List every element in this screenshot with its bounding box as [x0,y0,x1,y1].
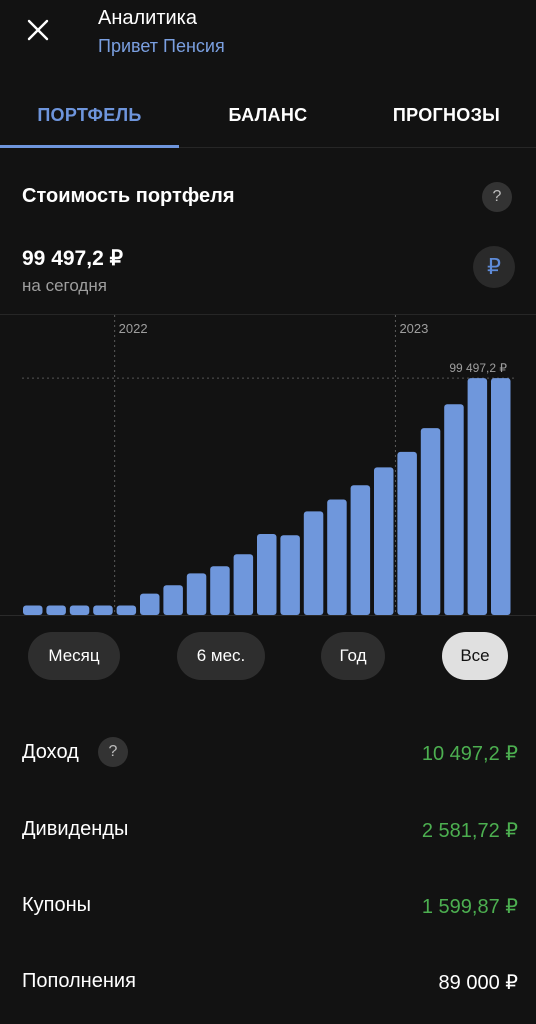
period-6-months-button[interactable]: 6 мес. [177,632,265,680]
deposits-value: 89 000 ₽ [438,972,518,994]
chart-bar[interactable] [491,378,511,615]
chart-bar[interactable] [140,593,160,615]
chart-bar[interactable] [46,605,66,615]
portfolio-bar-chart: 2022 2023 99 497,2 ₽ [22,315,514,615]
chart-bar[interactable] [327,499,347,615]
currency-ruble-button[interactable]: ₽ [473,246,515,288]
chart-bar[interactable] [303,511,324,615]
year-marker-label: 2022 [119,321,148,336]
deposits-label: Пополнения [22,970,136,992]
chart-bar[interactable] [233,554,254,615]
deposits-row: Пополнения 89 000 ₽ [0,962,536,1002]
income-value: 10 497,2 ₽ [421,743,518,765]
portfolio-name: Привет Пенсия [98,36,225,56]
income-label: Доход [22,741,79,763]
chart-bar[interactable] [93,605,113,615]
close-button[interactable] [20,12,56,48]
chart-bar[interactable] [116,605,137,615]
portfolio-value-date: на сегодня [22,276,107,295]
portfolio-value: 99 497,2 ₽ [22,247,123,270]
chart-bar[interactable] [163,585,183,615]
close-icon [27,19,49,41]
dividends-row: Дивиденды 2 581,72 ₽ [0,810,536,850]
chart-bar[interactable] [374,467,394,615]
chart-bar[interactable] [210,566,230,615]
coupons-value: 1 599,87 ₽ [421,896,518,918]
period-all-button[interactable]: Все [442,632,508,680]
active-tab-indicator [0,145,179,148]
coupons-label: Купоны [22,894,92,916]
chart-bar[interactable] [350,485,371,615]
dividends-value: 2 581,72 ₽ [421,820,518,842]
chart-bar[interactable] [23,605,43,615]
app-header: Аналитика Привет Пенсия [0,0,536,72]
chart-max-label: 99 497,2 ₽ [449,361,507,375]
page-title: Аналитика [98,7,197,29]
chart-bar[interactable] [467,378,488,615]
chart-bar[interactable] [257,534,277,615]
period-selector: Месяц 6 мес. Год Все [0,632,536,682]
income-row: Доход ? 10 497,2 ₽ [0,733,536,773]
tab-portfolio[interactable]: ПОРТФЕЛЬ [0,82,179,148]
tab-bar: ПОРТФЕЛЬ БАЛАНС ПРОГНОЗЫ [0,82,536,148]
period-month-button[interactable]: Месяц [28,632,120,680]
help-icon[interactable]: ? [482,182,512,212]
period-year-button[interactable]: Год [321,632,385,680]
tab-balance[interactable]: БАЛАНС [179,82,357,148]
dividends-label: Дивиденды [22,818,129,840]
chart-bar[interactable] [186,573,207,615]
portfolio-value-title: Стоимость портфеля [22,185,235,207]
chart-bar[interactable] [69,605,90,615]
year-marker-label: 2023 [399,321,428,336]
tab-forecasts[interactable]: ПРОГНОЗЫ [357,82,536,148]
coupons-row: Купоны 1 599,87 ₽ [0,886,536,926]
chart-bar[interactable] [397,451,417,615]
portfolio-chart[interactable]: 2022 2023 99 497,2 ₽ [0,314,536,616]
chart-bar[interactable] [420,428,441,615]
chart-bar[interactable] [280,535,300,615]
income-help-icon[interactable]: ? [98,737,128,767]
chart-bar[interactable] [444,404,464,615]
